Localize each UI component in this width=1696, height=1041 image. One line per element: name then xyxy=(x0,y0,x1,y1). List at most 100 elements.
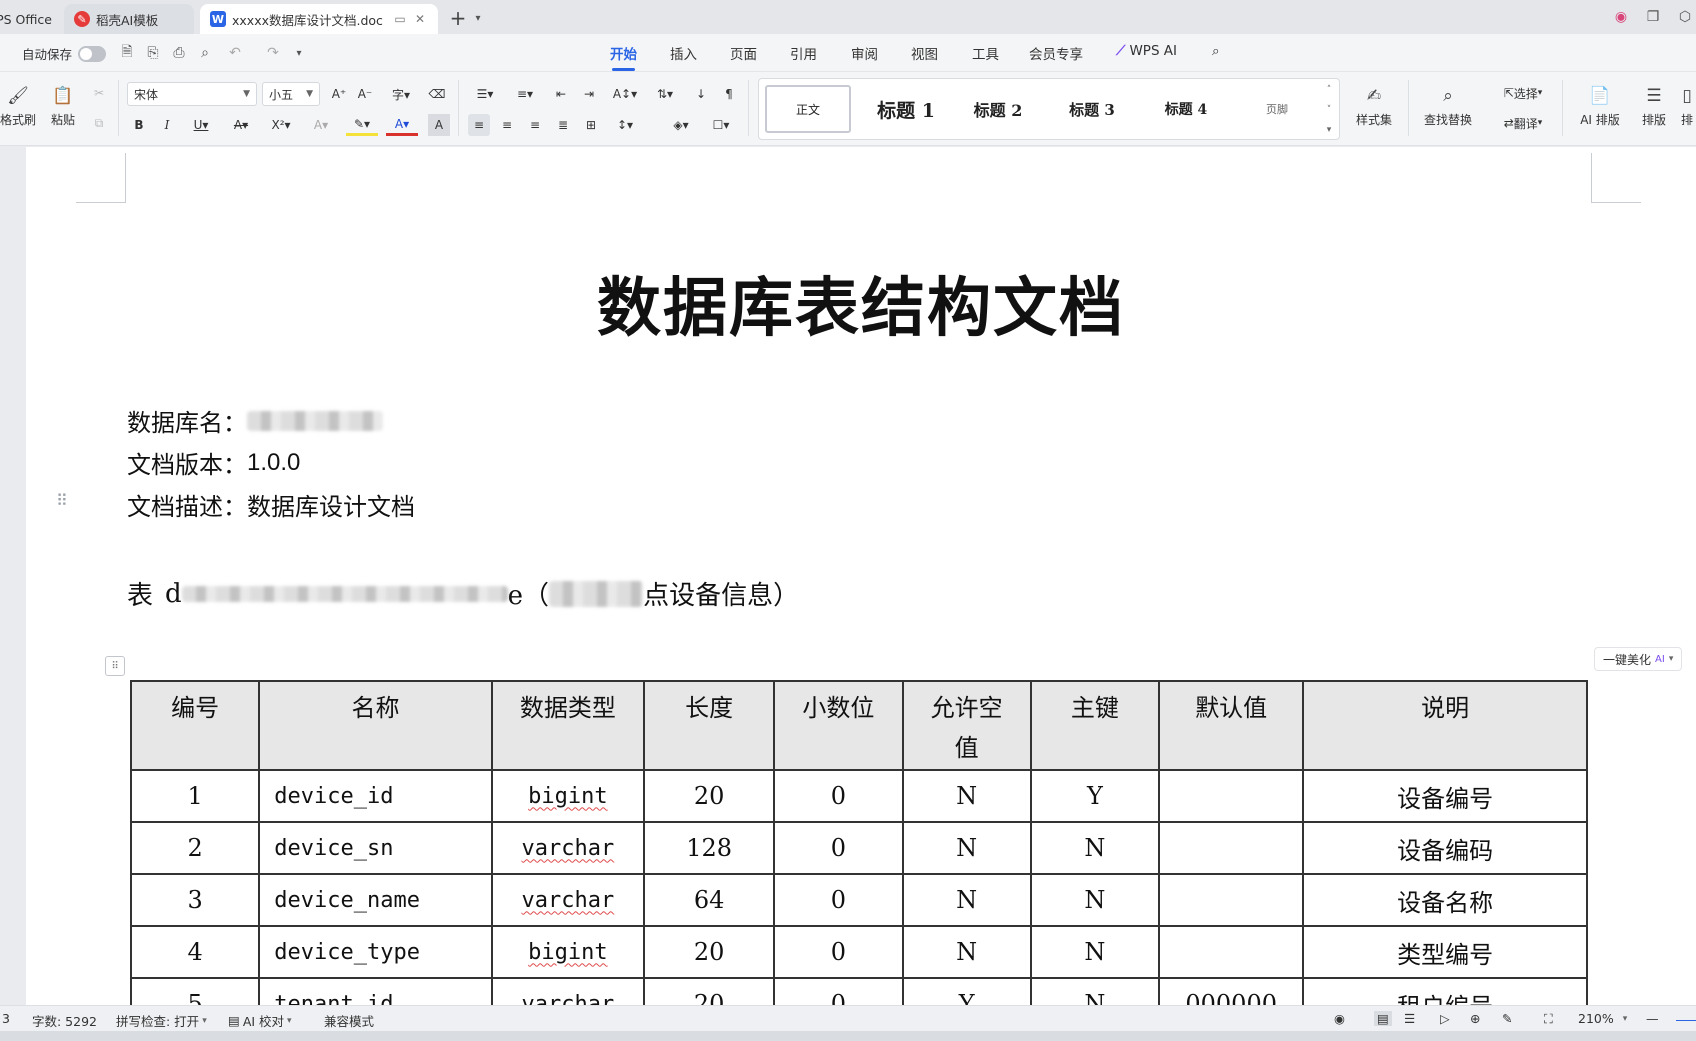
restore-window-icon[interactable]: ❐ xyxy=(1642,6,1664,28)
cell-no[interactable]: 5 xyxy=(129,977,261,1005)
ai-layout-button[interactable]: 📄 AI 排版 xyxy=(1570,80,1630,136)
autosave-toggle[interactable]: 自动保存 xyxy=(22,44,107,63)
chevron-down-icon[interactable]: ▾ xyxy=(1669,654,1674,664)
word-count[interactable]: 字数: 5292 xyxy=(32,1011,97,1030)
cell-type[interactable]: varchar xyxy=(490,977,646,1005)
cell-type[interactable]: bigint xyxy=(490,769,646,823)
phonetic-guide-icon[interactable]: 字▾ xyxy=(384,84,418,104)
header-cell[interactable]: 数据类型 xyxy=(490,680,646,771)
style-normal[interactable]: 正文 xyxy=(765,85,851,133)
pen-icon[interactable]: ✎ xyxy=(1502,1011,1512,1026)
paragraph-drag-handle-icon[interactable]: ⠿ xyxy=(56,491,68,510)
header-cell[interactable]: 主键 xyxy=(1029,680,1161,771)
window-icon[interactable]: ▭ xyxy=(392,12,408,26)
header-cell[interactable]: 长度 xyxy=(643,680,776,771)
close-tab-icon[interactable]: ✕ xyxy=(412,12,428,26)
page-indicator[interactable]: 3 xyxy=(2,1011,10,1026)
header-cell[interactable]: 名称 xyxy=(258,680,493,771)
cell-name[interactable]: device_id xyxy=(258,769,493,823)
style-heading-2[interactable]: 标题 2 xyxy=(955,85,1041,133)
char-shading-icon[interactable]: A xyxy=(428,114,450,136)
cell-no[interactable]: 4 xyxy=(129,925,261,979)
numbered-list-icon[interactable]: ≡▾ xyxy=(510,84,540,104)
strikethrough-icon[interactable]: A▾ xyxy=(226,114,256,136)
cell-name[interactable]: device_name xyxy=(258,873,493,927)
layout-more-button[interactable]: ▯ 排 xyxy=(1678,80,1696,136)
cell-decimals[interactable]: 0 xyxy=(773,977,904,1005)
bullet-list-icon[interactable]: ☰▾ xyxy=(470,84,500,104)
cell-description[interactable]: 租户编号 xyxy=(1302,977,1588,1005)
line-spacing-icon[interactable]: ↕▾ xyxy=(610,114,640,136)
more-styles-icon[interactable]: ▾ xyxy=(1327,125,1332,135)
cell-decimals[interactable]: 0 xyxy=(773,925,904,979)
select-button[interactable]: ⇱ 选择 ▾ xyxy=(1490,82,1556,104)
version-line[interactable]: 文档版本： 1.0.0 xyxy=(127,445,300,480)
zoom-slider[interactable] xyxy=(1676,1011,1696,1021)
cell-name[interactable]: device_type xyxy=(258,925,493,979)
align-right-icon[interactable]: ≡ xyxy=(524,114,546,136)
cell-length[interactable]: 20 xyxy=(643,977,776,1005)
cell-default[interactable] xyxy=(1158,925,1305,979)
cell-decimals[interactable]: 0 xyxy=(773,769,904,823)
eye-protect-icon[interactable]: ◉ xyxy=(1334,1011,1345,1026)
superscript-icon[interactable]: X²▾ xyxy=(266,114,296,136)
tab-list-chevron-icon[interactable]: ▾ xyxy=(470,8,486,28)
styles-scroll[interactable]: ˄ ˅ ▾ xyxy=(1323,85,1335,135)
cell-nullable[interactable]: N xyxy=(901,925,1032,979)
bold-icon[interactable]: B xyxy=(128,114,150,136)
menu-tools[interactable]: 工具 xyxy=(972,43,999,63)
cell-primary-key[interactable]: Y xyxy=(1029,769,1161,823)
clear-format-icon[interactable]: ⌫ xyxy=(426,84,448,104)
tab-template[interactable]: ✎ 稻壳AI模板 xyxy=(64,4,194,34)
table-structure[interactable]: 编号 名称 数据类型 长度 小数位 允许空值 主键 默认值 说明 1 devic… xyxy=(129,680,1588,1005)
save-icon[interactable]: 🗎 xyxy=(116,42,138,64)
cell-type[interactable]: varchar xyxy=(490,873,646,927)
menu-home[interactable]: 开始 xyxy=(610,43,637,71)
cell-length[interactable]: 128 xyxy=(643,821,776,875)
cell-length[interactable]: 20 xyxy=(643,769,776,823)
menu-wps-ai[interactable]: ⟋ WPS AI xyxy=(1116,43,1177,59)
cell-nullable[interactable]: N xyxy=(901,873,1032,927)
document-page[interactable]: 数据库表结构文档 数据库名： 文档版本： 1.0.0 ⠿ 文档描述： 数据库设计… xyxy=(26,147,1696,1005)
header-cell[interactable]: 允许空值 xyxy=(901,680,1032,771)
style-heading-3[interactable]: 标题 3 xyxy=(1049,85,1135,133)
decrease-indent-icon[interactable]: ⇤ xyxy=(550,84,572,104)
cell-type[interactable]: bigint xyxy=(490,925,646,979)
table-heading[interactable]: 表 d e（ 点设备信息） xyxy=(127,575,799,612)
cell-default[interactable] xyxy=(1158,873,1305,927)
chevron-up-icon[interactable]: ˄ xyxy=(1327,85,1332,95)
menu-membership[interactable]: 会员专享 xyxy=(1029,43,1083,63)
cell-default[interactable] xyxy=(1158,769,1305,823)
cell-description[interactable]: 设备编号 xyxy=(1302,769,1588,823)
cell-nullable[interactable]: Y xyxy=(901,977,1032,1005)
cell-description[interactable]: 设备名称 xyxy=(1302,873,1588,927)
tab-document[interactable]: W xxxxx数据库设计文档.doc ▭ ✕ xyxy=(200,4,438,34)
cell-no[interactable]: 2 xyxy=(129,821,261,875)
zoom-out-icon[interactable]: — xyxy=(1646,1011,1659,1026)
cell-default[interactable]: 000000 xyxy=(1158,977,1305,1005)
show-marks-icon[interactable]: ¶ xyxy=(718,84,740,104)
header-cell[interactable]: 编号 xyxy=(129,680,261,771)
borders-icon[interactable]: ☐▾ xyxy=(706,114,736,136)
cell-primary-key[interactable]: N xyxy=(1029,821,1161,875)
align-left-icon[interactable]: ≡ xyxy=(468,114,490,136)
user-avatar-icon[interactable]: ◉ xyxy=(1610,6,1632,28)
description-line[interactable]: 文档描述： 数据库设计文档 xyxy=(127,487,415,522)
play-icon[interactable]: ▷ xyxy=(1440,1011,1450,1026)
zoom-select[interactable]: 210% ▾ xyxy=(1578,1011,1627,1026)
print-icon[interactable]: ⎙ xyxy=(168,42,190,64)
layout-button[interactable]: ☰ 排版 xyxy=(1634,80,1674,136)
shading-icon[interactable]: ◈▾ xyxy=(666,114,696,136)
autosave-switch[interactable] xyxy=(78,45,107,62)
customize-chevron-icon[interactable]: ▾ xyxy=(288,42,310,64)
distribute-icon[interactable]: ⊞ xyxy=(580,114,602,136)
align-center-icon[interactable]: ≡ xyxy=(496,114,518,136)
table-move-handle-icon[interactable]: ⠿ xyxy=(105,656,125,676)
page-view-icon[interactable]: ▤ xyxy=(1374,1011,1392,1026)
text-effect-icon[interactable]: A▾ xyxy=(306,114,336,136)
redo-icon[interactable]: ↷ xyxy=(262,42,284,64)
italic-icon[interactable]: I xyxy=(156,114,178,136)
cell-no[interactable]: 1 xyxy=(129,769,261,823)
document-workspace[interactable]: 数据库表结构文档 数据库名： 文档版本： 1.0.0 ⠿ 文档描述： 数据库设计… xyxy=(0,147,1696,1005)
shrink-font-icon[interactable]: A⁻ xyxy=(354,84,376,104)
